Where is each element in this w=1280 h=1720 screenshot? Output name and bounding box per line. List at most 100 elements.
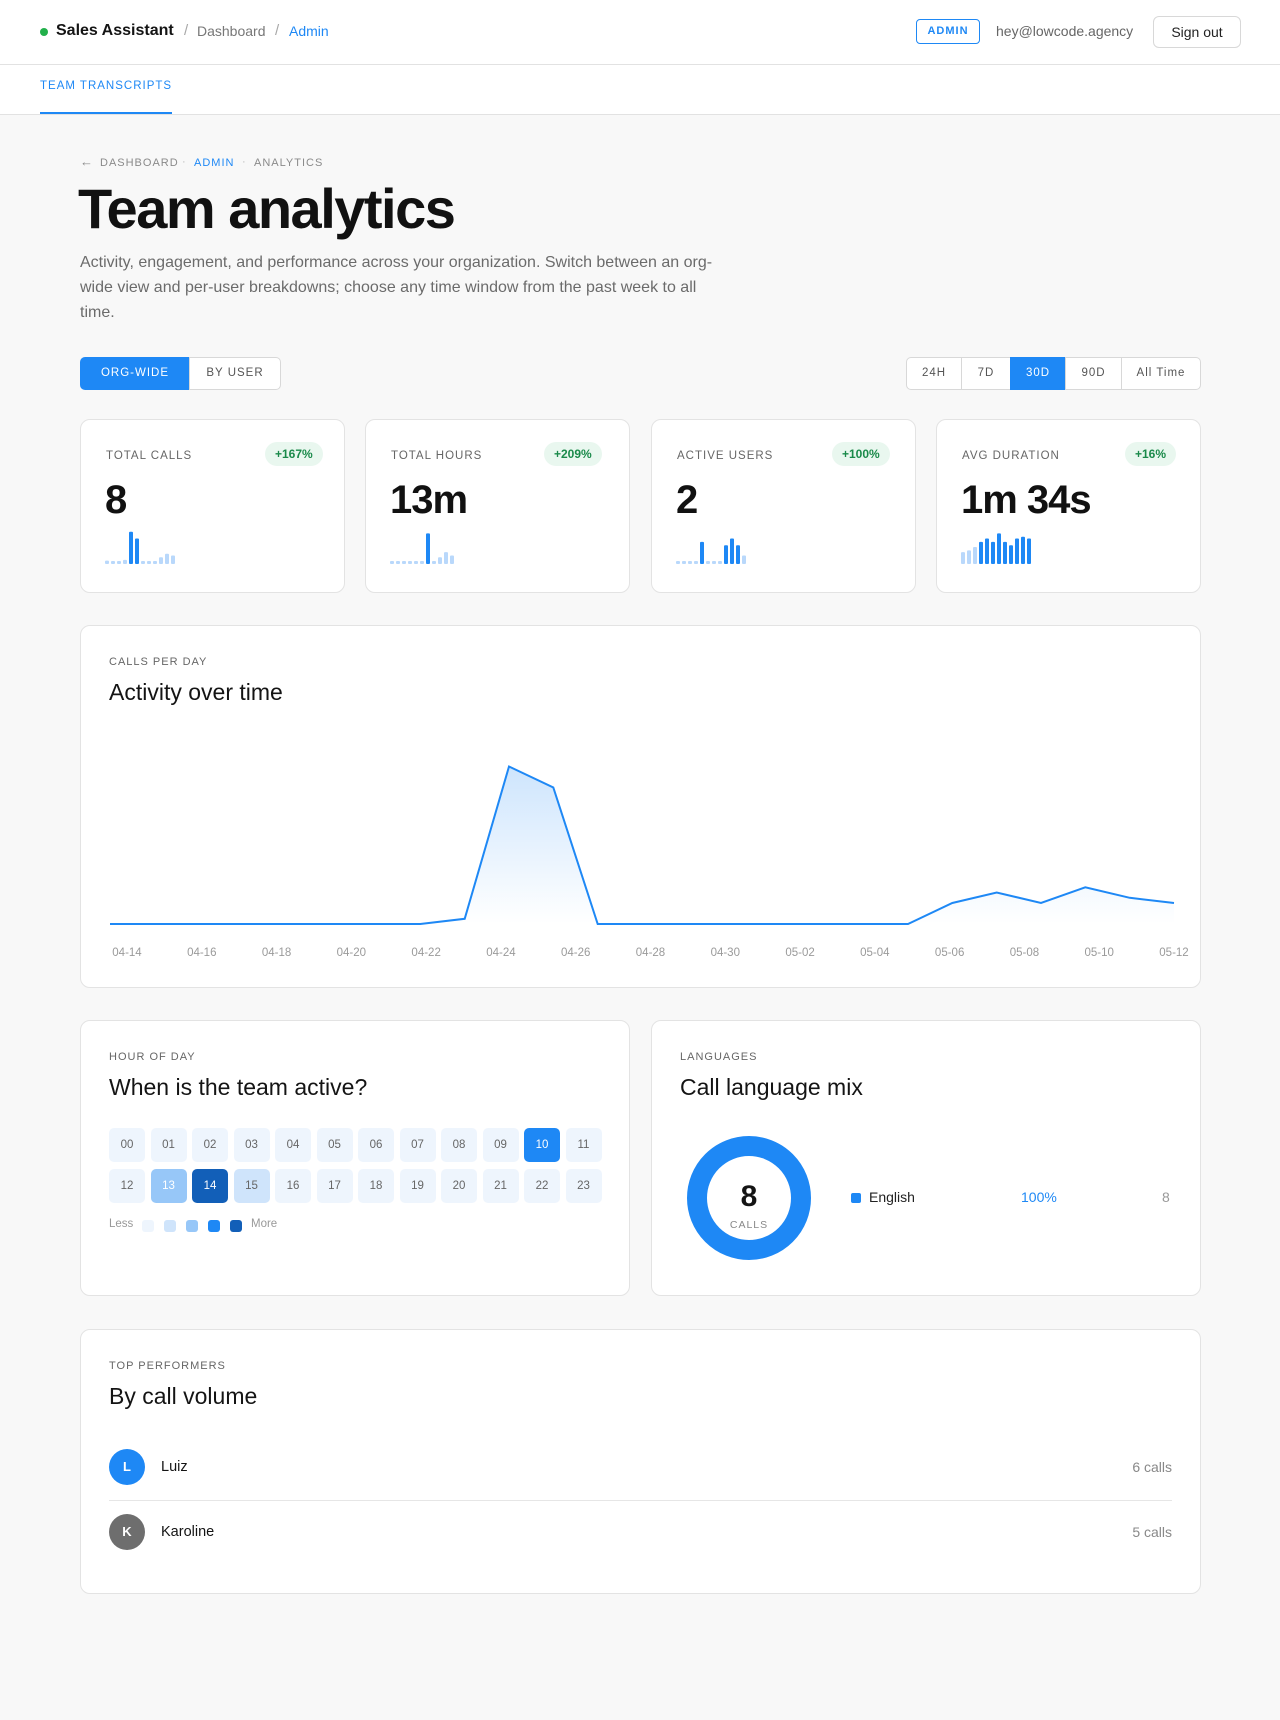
- sparkline-bar: [123, 559, 127, 564]
- performer-name[interactable]: Luiz: [161, 1459, 188, 1475]
- sparkline-bar: [165, 553, 169, 564]
- hour-cell[interactable]: 12: [109, 1169, 145, 1203]
- page-title: Team analytics: [78, 177, 456, 240]
- activity-area-fill: [110, 766, 1174, 924]
- x-tick-label: 05-08: [1010, 947, 1039, 959]
- hour-cell[interactable]: 20: [441, 1169, 477, 1203]
- view-org-wide-button[interactable]: ORG-WIDE: [80, 357, 190, 390]
- kpi-value: 13m: [390, 478, 468, 522]
- breadcrumb-separator: /: [184, 22, 189, 39]
- kpi-value: 1m 34s: [961, 478, 1092, 522]
- x-tick-label: 04-28: [636, 947, 665, 959]
- hour-cell[interactable]: 15: [233, 1169, 270, 1203]
- avatar: K: [109, 1514, 145, 1550]
- language-percent: 100%: [1021, 1189, 1057, 1205]
- kpi-delta-badge: +16%: [1125, 442, 1177, 466]
- sparkline-bar: [432, 561, 436, 564]
- x-tick-label: 05-06: [935, 947, 964, 959]
- page-description: Activity, engagement, and performance ac…: [80, 254, 713, 321]
- legend-swatch: [164, 1220, 176, 1232]
- hour-cell[interactable]: 01: [150, 1128, 187, 1162]
- sparkline-bar: [444, 552, 448, 564]
- hour-cell[interactable]: 17: [316, 1169, 353, 1203]
- hour-cell[interactable]: 06: [358, 1128, 394, 1162]
- breadcrumb-dot: ·: [182, 156, 186, 168]
- hour-cell[interactable]: 19: [399, 1169, 436, 1203]
- sparkline-bar: [688, 561, 692, 564]
- card-title: Call language mix: [680, 1074, 863, 1100]
- sparkline-bar: [724, 545, 728, 564]
- range-24h-button[interactable]: 24H: [906, 357, 962, 390]
- sparkline-bar: [450, 555, 454, 564]
- sparkline-bar: [426, 533, 430, 564]
- breadcrumb-admin[interactable]: Admin: [289, 23, 329, 39]
- sign-out-button[interactable]: Sign out: [1153, 16, 1241, 48]
- view-by-user-button[interactable]: BY USER: [189, 357, 281, 390]
- active-tab-indicator: [40, 112, 172, 114]
- sparkline-bar: [706, 561, 710, 564]
- sparkline-bar: [1009, 545, 1013, 564]
- hour-cell[interactable]: 11: [565, 1128, 602, 1162]
- back-arrow-icon[interactable]: ←: [80, 154, 93, 169]
- hour-cell[interactable]: 02: [192, 1128, 228, 1162]
- hour-cell[interactable]: 03: [233, 1128, 270, 1162]
- card-title: When is the team active?: [109, 1074, 368, 1100]
- range-30d-button[interactable]: 30D: [1010, 357, 1066, 390]
- hour-cell[interactable]: 09: [482, 1128, 519, 1162]
- sparkline-bar: [159, 557, 163, 564]
- kpi-card-total-calls: TOTAL CALLS +167% 8: [80, 419, 345, 593]
- sparkline-bar: [117, 561, 121, 564]
- kpi-delta-badge: +209%: [544, 442, 602, 466]
- kpi-card-total-hours: TOTAL HOURS +209% 13m: [365, 419, 630, 593]
- x-tick-label: 05-02: [785, 947, 814, 959]
- hour-cell[interactable]: 23: [565, 1169, 602, 1203]
- hour-cell[interactable]: 08: [441, 1128, 477, 1162]
- user-email: hey@lowcode.agency: [996, 23, 1134, 39]
- range-7d-button[interactable]: 7D: [961, 357, 1011, 390]
- performer-name[interactable]: Karoline: [161, 1524, 214, 1540]
- top-performers-card: TOP PERFORMERS By call volume: [80, 1329, 1201, 1594]
- app-name[interactable]: Sales Assistant: [56, 22, 174, 40]
- sparkline-bar: [1021, 536, 1025, 564]
- x-tick-label: 04-26: [561, 947, 590, 959]
- kpi-value: 2: [676, 478, 698, 522]
- x-tick-label: 04-18: [262, 947, 291, 959]
- sparkline-bar: [396, 561, 400, 564]
- tab-team-transcripts[interactable]: TEAM TRANSCRIPTS: [40, 80, 172, 92]
- hour-cell[interactable]: 04: [275, 1128, 311, 1162]
- sparkline-bar: [1015, 538, 1019, 564]
- kpi-delta-badge: +167%: [265, 442, 323, 466]
- hour-cell[interactable]: 07: [399, 1128, 436, 1162]
- breadcrumb-dot: ·: [242, 156, 246, 168]
- legend-swatch: [851, 1193, 861, 1203]
- legend-swatch: [142, 1220, 154, 1232]
- range-all-time-button[interactable]: All Time: [1121, 357, 1201, 390]
- sparkline-bar: [997, 533, 1001, 564]
- card-eyebrow: TOP PERFORMERS: [109, 1360, 226, 1372]
- breadcrumb-separator: /: [275, 22, 280, 39]
- sparkline-bar: [141, 561, 145, 564]
- sparkline-bar: [147, 561, 151, 564]
- sparkline-bar: [736, 545, 740, 564]
- page-breadcrumb-admin[interactable]: ADMIN: [194, 157, 234, 169]
- page-breadcrumb-dashboard[interactable]: DASHBOARD: [100, 157, 179, 169]
- hour-cell[interactable]: 10: [524, 1128, 560, 1162]
- sparkline-bar: [961, 552, 965, 564]
- hour-cell[interactable]: 13: [150, 1169, 187, 1203]
- range-90d-button[interactable]: 90D: [1065, 357, 1122, 390]
- breadcrumb-dashboard[interactable]: Dashboard: [197, 23, 266, 39]
- x-tick-label: 05-12: [1159, 947, 1188, 959]
- hour-cell[interactable]: 21: [482, 1169, 519, 1203]
- hour-cell[interactable]: 18: [358, 1169, 394, 1203]
- activity-card: CALLS PER DAY Activity over time 04-14 04…: [80, 625, 1201, 988]
- sparkline-bar: [991, 541, 995, 564]
- sparkline-bar: [408, 561, 412, 564]
- hour-cell[interactable]: 05: [316, 1128, 353, 1162]
- hour-cell[interactable]: 16: [275, 1169, 311, 1203]
- sparkline-bar: [390, 561, 394, 564]
- hour-cell[interactable]: 00: [109, 1128, 145, 1162]
- hour-cell[interactable]: 14: [192, 1169, 228, 1203]
- hour-cell[interactable]: 22: [524, 1169, 560, 1203]
- sparkline-bar: [438, 557, 442, 564]
- legend-swatch: [208, 1220, 220, 1232]
